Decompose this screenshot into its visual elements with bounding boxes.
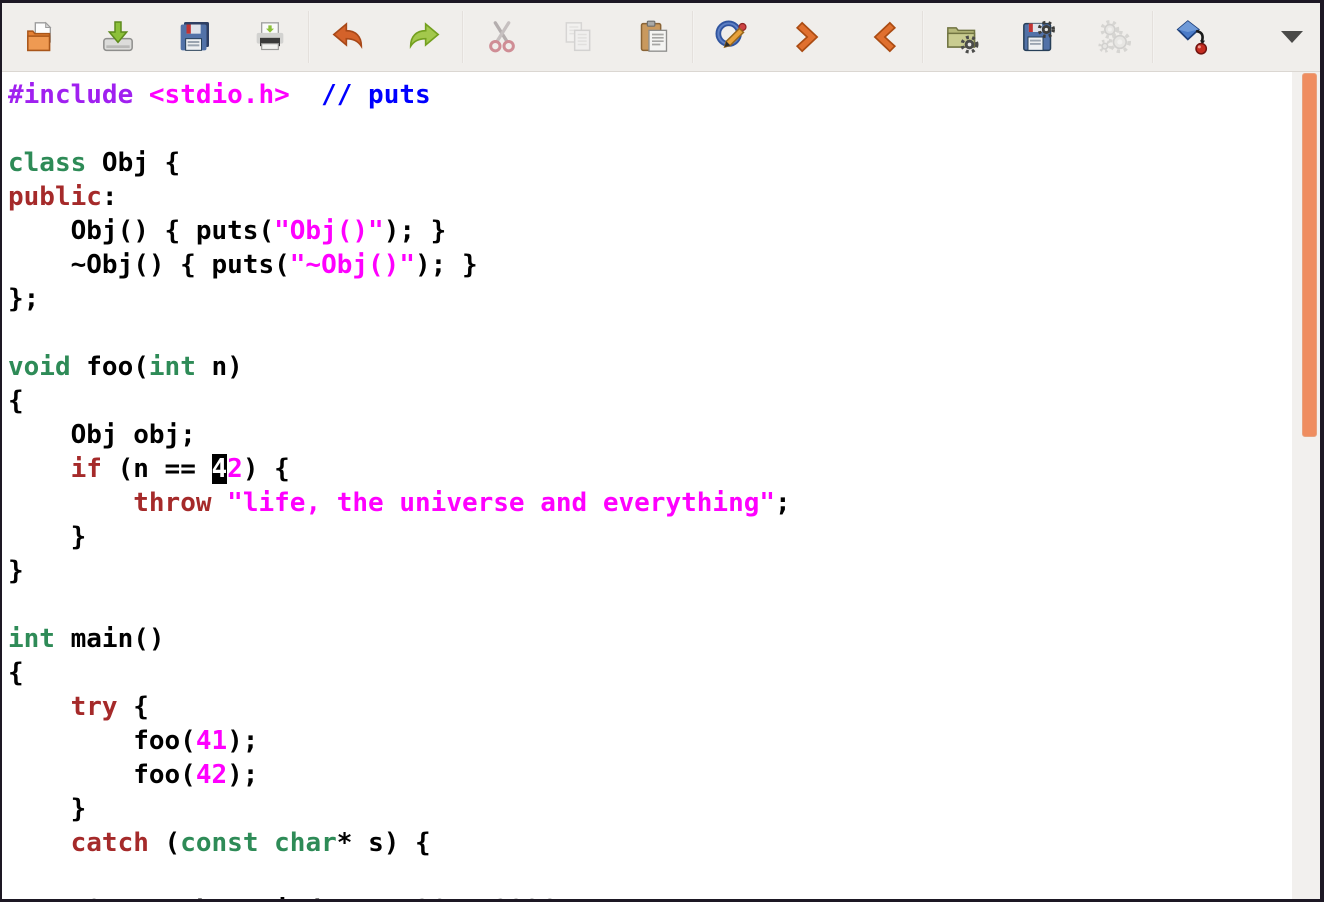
- save-all-button[interactable]: [166, 9, 222, 65]
- vertical-scrollbar[interactable]: [1292, 72, 1320, 899]
- scrollbar-thumb[interactable]: [1302, 73, 1317, 437]
- code-line: #include <stdio.h> // puts: [8, 78, 1292, 112]
- code-line: if (n == 42) {: [8, 452, 1292, 486]
- open-button[interactable]: [14, 9, 70, 65]
- toolbar: [2, 3, 1320, 72]
- code-line: Obj() { puts("Obj()"); }: [8, 214, 1292, 248]
- status-line: "test01_stack_unwind.cpp" 26L, 339C 12,1…: [2, 859, 1292, 893]
- cursor: 4: [212, 454, 228, 484]
- save-icon: [98, 17, 138, 57]
- save-session-button[interactable]: [1010, 9, 1066, 65]
- code-line: {: [8, 656, 1292, 690]
- toolbar-separator: [308, 11, 310, 63]
- find-prev-button[interactable]: [856, 9, 912, 65]
- save-all-icon: [174, 17, 214, 57]
- toolbar-separator: [692, 11, 694, 63]
- find-replace-icon: [712, 17, 752, 57]
- redo-button[interactable]: [396, 9, 452, 65]
- redo-icon: [404, 17, 444, 57]
- make-button[interactable]: [1164, 9, 1220, 65]
- undo-icon: [328, 17, 368, 57]
- toolbar-overflow-button[interactable]: [1274, 19, 1310, 55]
- code-line: throw "life, the universe and everything…: [8, 486, 1292, 520]
- code-line: catch (const char* s) {: [8, 826, 1292, 860]
- print-button[interactable]: [242, 9, 298, 65]
- copy-button[interactable]: [550, 9, 606, 65]
- code-area[interactable]: #include <stdio.h> // puts class Obj {pub…: [2, 72, 1292, 899]
- toolbar-separator: [1152, 11, 1154, 63]
- code-line: }: [8, 554, 1292, 588]
- code-line: [8, 316, 1292, 350]
- find-next-button[interactable]: [780, 9, 836, 65]
- code-line: [8, 112, 1292, 146]
- paste-icon: [634, 17, 674, 57]
- file-info: "test01_stack_unwind.cpp" 26L, 339C: [8, 893, 556, 899]
- code-line: ~Obj() { puts("~Obj()"); }: [8, 248, 1292, 282]
- cut-icon: [482, 17, 522, 57]
- editor-window: #include <stdio.h> // puts class Obj {pub…: [2, 3, 1320, 899]
- code-line: };: [8, 282, 1292, 316]
- paste-button[interactable]: [626, 9, 682, 65]
- code-line: int main(): [8, 622, 1292, 656]
- code-line: }: [8, 520, 1292, 554]
- print-icon: [250, 17, 290, 57]
- undo-button[interactable]: [320, 9, 376, 65]
- code-line: [8, 588, 1292, 622]
- open-icon: [22, 17, 62, 57]
- run-script-icon: [1094, 17, 1134, 57]
- run-script-button[interactable]: [1086, 9, 1142, 65]
- code-line: class Obj {: [8, 146, 1292, 180]
- save-session-icon: [1018, 17, 1058, 57]
- cut-button[interactable]: [474, 9, 530, 65]
- make-icon: [1172, 17, 1212, 57]
- code-line: void foo(int n): [8, 350, 1292, 384]
- code-line: {: [8, 384, 1292, 418]
- code-line: try {: [8, 690, 1292, 724]
- toolbar-separator: [462, 11, 464, 63]
- load-session-button[interactable]: [934, 9, 990, 65]
- toolbar-separator: [922, 11, 924, 63]
- toolbar-overflow-icon: [1281, 31, 1303, 43]
- find-replace-button[interactable]: [704, 9, 760, 65]
- code-line: }: [8, 792, 1292, 826]
- code-line: Obj obj;: [8, 418, 1292, 452]
- save-button[interactable]: [90, 9, 146, 65]
- code-line: public:: [8, 180, 1292, 214]
- load-session-icon: [942, 17, 982, 57]
- find-prev-icon: [864, 17, 904, 57]
- copy-icon: [558, 17, 598, 57]
- find-next-icon: [788, 17, 828, 57]
- code-line: foo(41);: [8, 724, 1292, 758]
- code-line: foo(42);: [8, 758, 1292, 792]
- gvim-window: #include <stdio.h> // puts class Obj {pub…: [0, 0, 1324, 902]
